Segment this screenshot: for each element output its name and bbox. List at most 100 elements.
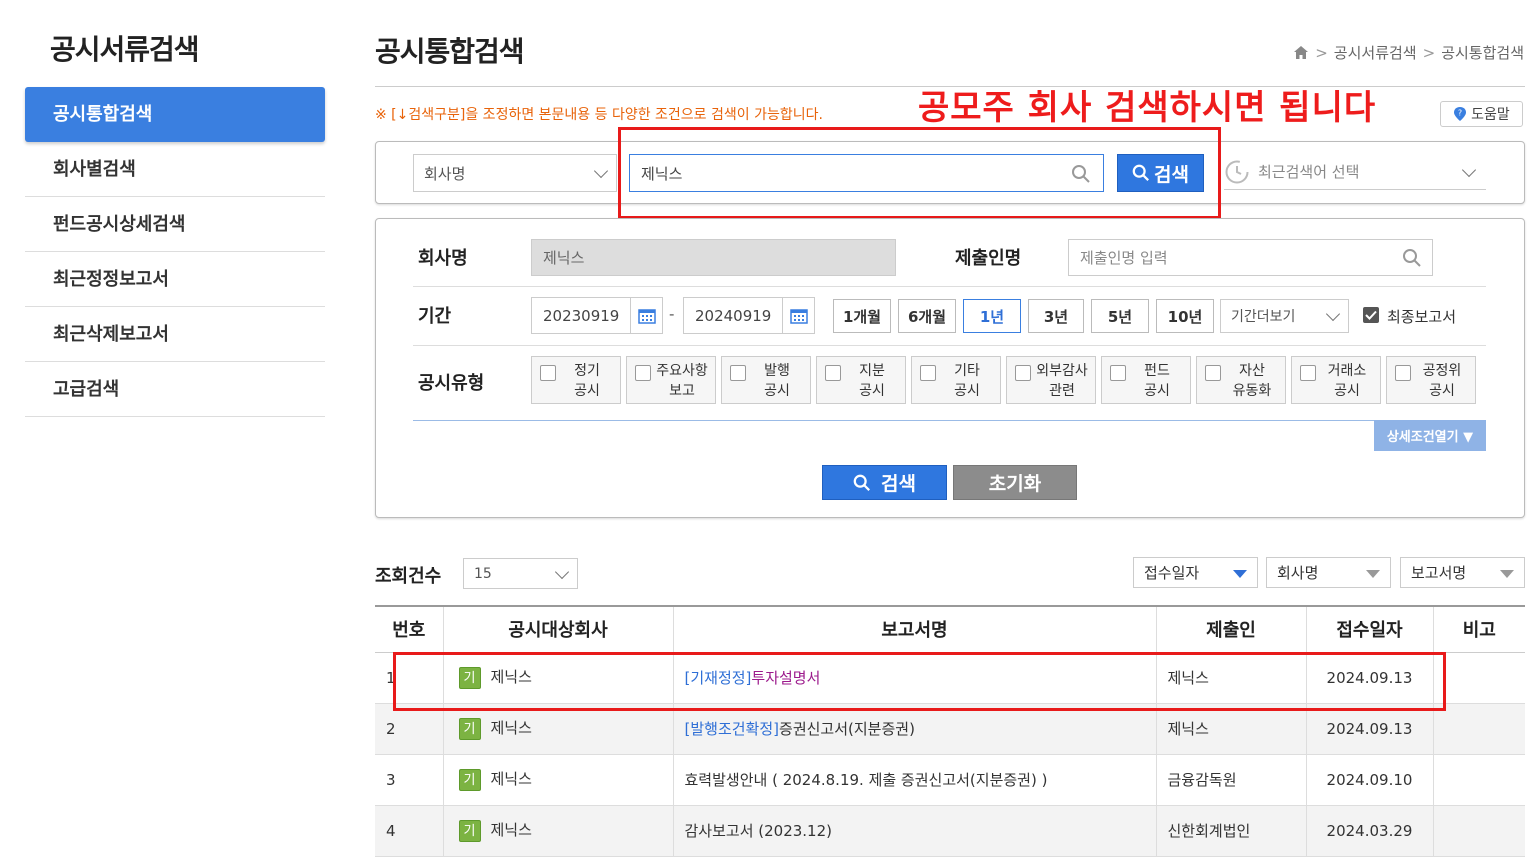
search-type-select[interactable]: 회사명	[413, 154, 617, 192]
submitter-placeholder: 제출인명 입력	[1080, 249, 1168, 267]
column-header: 보고서명	[673, 605, 1157, 653]
home-icon[interactable]	[1293, 45, 1309, 60]
breadcrumb-separator: >	[1422, 43, 1436, 62]
type-equity-checkbox[interactable]: 지분 공시	[816, 356, 906, 404]
calendar-icon[interactable]	[782, 298, 814, 333]
period-10y-button[interactable]: 10년	[1156, 299, 1214, 333]
reset-button[interactable]: 초기화	[953, 465, 1077, 500]
date-cell: 2024.09.10	[1306, 754, 1434, 806]
submitter-cell: 금융감독원	[1156, 754, 1307, 806]
type-exchange-checkbox[interactable]: 거래소 공시	[1291, 356, 1381, 404]
date-from-field[interactable]: 20230919	[531, 297, 663, 334]
chevron-down-icon	[1325, 306, 1341, 322]
search-icon	[853, 474, 871, 491]
submitter-field[interactable]: 제출인명 입력	[1068, 239, 1433, 276]
calendar-icon[interactable]	[630, 298, 662, 333]
company-link[interactable]: 제닉스	[491, 770, 532, 788]
sidebar-item-integrated-search[interactable]: 공시통합검색	[25, 87, 325, 142]
chevron-down-icon	[1461, 162, 1477, 177]
company-link[interactable]: 제닉스	[491, 821, 532, 839]
type-issuance-checkbox[interactable]: 발행 공시	[721, 356, 811, 404]
company-field[interactable]: 제닉스	[531, 239, 896, 276]
period-6m-button[interactable]: 6개월	[898, 299, 956, 333]
period-more-select[interactable]: 기간더보기	[1220, 299, 1349, 333]
breadcrumb-item[interactable]: 공시서류검색	[1334, 42, 1417, 63]
row-number: 4	[375, 805, 444, 857]
note-cell	[1433, 805, 1525, 857]
report-link[interactable]: 증권신고서(지분증권)	[779, 720, 915, 738]
type-securitization-checkbox[interactable]: 자산 유동화	[1196, 356, 1286, 404]
period-5y-button[interactable]: 5년	[1091, 299, 1149, 333]
row-number: 3	[375, 754, 444, 806]
report-link[interactable]: 효력발생안내 ( 2024.8.19. 제출 증권신고서(지분증권) )	[685, 771, 1048, 789]
market-badge: 기	[458, 768, 481, 791]
sidebar-item-recent-corrections[interactable]: 최근정정보고서	[25, 252, 325, 307]
page-title: 공시통합검색	[375, 35, 525, 68]
report-prefix[interactable]: [발행조건확정]	[685, 720, 780, 738]
sidebar-item-recent-deletions[interactable]: 최근삭제보고서	[25, 307, 325, 362]
chevron-down-icon	[554, 564, 570, 579]
detail-search-button[interactable]: 검색	[822, 465, 947, 500]
result-count-select[interactable]: 15	[463, 558, 578, 589]
sidebar-item-company-search[interactable]: 회사별검색	[25, 142, 325, 197]
help-label: 도움말	[1471, 107, 1510, 123]
type-audit-checkbox[interactable]: 외부감사 관련	[1006, 356, 1096, 404]
type-other-checkbox[interactable]: 기타 공시	[911, 356, 1001, 404]
sort-down-icon	[1500, 570, 1514, 578]
column-header: 공시대상회사	[443, 605, 674, 653]
annotation-box	[618, 127, 1221, 219]
sidebar-item-fund-detail-search[interactable]: 펀드공시상세검색	[25, 197, 325, 252]
search-notice: ※ [↓검색구분]을 조정하면 본문내용 등 다양한 조건으로 검색이 가능합니…	[375, 107, 823, 123]
date-to-value: 20240919	[695, 306, 772, 325]
detail-toggle-button[interactable]: 상세조건열기 ▼	[1374, 420, 1486, 451]
final-report-checkbox[interactable]	[1363, 307, 1379, 323]
check-icon	[1365, 310, 1377, 320]
result-count-label: 조회건수	[375, 566, 442, 587]
sort-company-select[interactable]: 회사명	[1266, 557, 1391, 588]
checkbox-box	[1300, 365, 1316, 381]
checkbox-box	[1395, 365, 1411, 381]
report-link[interactable]: 감사보고서 (2023.12)	[685, 822, 833, 840]
breadcrumb-item[interactable]: 공시통합검색	[1441, 42, 1524, 63]
annotation-box	[393, 652, 1446, 711]
submitter-label: 제출인명	[955, 248, 1022, 269]
search-type-value: 회사명	[424, 164, 466, 183]
table-row: 4 기 제닉스 감사보고서 (2023.12) 신한회계법인 2024.03.29	[375, 805, 1525, 857]
type-label-text: 발행 공시	[764, 363, 790, 399]
svg-text:?: ?	[1458, 109, 1462, 118]
column-header: 번호	[375, 605, 444, 653]
recent-search-placeholder: 최근검색어 선택	[1258, 163, 1360, 181]
report-cell: 감사보고서 (2023.12)	[673, 805, 1157, 857]
column-header: 제출인	[1156, 605, 1307, 653]
company-cell: 기 제닉스	[443, 805, 674, 857]
help-button[interactable]: ? 도움말	[1440, 101, 1523, 127]
chevron-down-icon	[593, 163, 609, 179]
note-cell	[1433, 703, 1525, 755]
checkbox-box	[540, 365, 556, 381]
date-cell: 2024.03.29	[1306, 805, 1434, 857]
final-report-label: 최종보고서	[1387, 308, 1457, 326]
type-fund-checkbox[interactable]: 펀드 공시	[1101, 356, 1191, 404]
recent-search-select[interactable]: 최근검색어 선택	[1224, 154, 1486, 190]
checkbox-box	[920, 365, 936, 381]
sort-date-value: 접수일자	[1144, 564, 1200, 582]
checkbox-box	[1110, 365, 1126, 381]
checkbox-box	[1205, 365, 1221, 381]
result-count-value: 15	[474, 565, 492, 582]
type-regular-checkbox[interactable]: 정기 공시	[531, 356, 621, 404]
report-cell: 효력발생안내 ( 2024.8.19. 제출 증권신고서(지분증권) )	[673, 754, 1157, 806]
sort-report-select[interactable]: 보고서명	[1400, 557, 1525, 588]
submitter-cell: 신한회계법인	[1156, 805, 1307, 857]
period-1m-button[interactable]: 1개월	[833, 299, 891, 333]
period-1y-button[interactable]: 1년	[963, 299, 1021, 333]
date-to-field[interactable]: 20240919	[683, 297, 815, 334]
type-major-checkbox[interactable]: 주요사항 보고	[626, 356, 716, 404]
period-3y-button[interactable]: 3년	[1028, 299, 1084, 333]
breadcrumb: > 공시서류검색 > 공시통합검색	[1293, 42, 1524, 63]
company-link[interactable]: 제닉스	[491, 719, 532, 737]
date-separator: -	[669, 305, 675, 323]
sidebar-item-advanced-search[interactable]: 고급검색	[25, 362, 325, 417]
type-label-text: 펀드 공시	[1144, 363, 1170, 399]
type-ftc-checkbox[interactable]: 공정위 공시	[1386, 356, 1476, 404]
sort-date-select[interactable]: 접수일자	[1133, 557, 1258, 588]
